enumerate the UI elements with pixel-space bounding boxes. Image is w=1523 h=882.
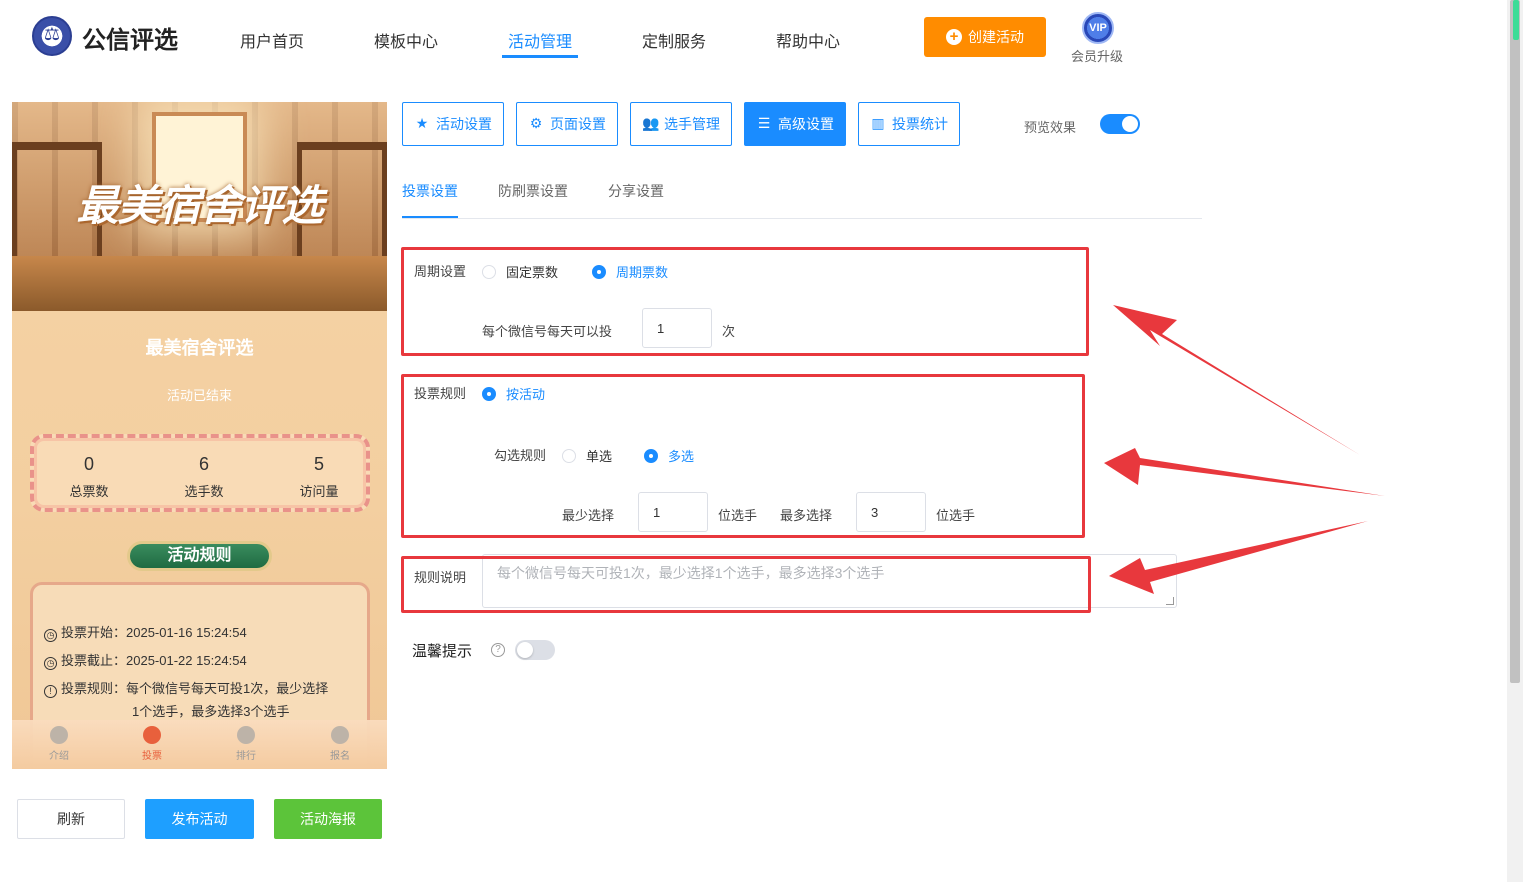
- plus-icon: +: [946, 29, 962, 45]
- subtab-vote-settings[interactable]: 投票设置: [402, 181, 458, 201]
- nav-activity-management[interactable]: 活动管理: [508, 28, 572, 52]
- users-icon: 👥: [642, 116, 660, 132]
- tab-contestant-management[interactable]: 👥 选手管理: [630, 102, 732, 146]
- subtab-anti-fraud[interactable]: 防刷票设置: [498, 181, 568, 201]
- tab-activity-settings[interactable]: ★ 活动设置: [402, 102, 504, 146]
- create-activity-label: 创建活动: [968, 29, 1024, 45]
- publish-activity-button[interactable]: 发布活动: [145, 799, 254, 839]
- activity-status: 活动已结束: [166, 388, 232, 403]
- refresh-button[interactable]: 刷新: [17, 799, 125, 839]
- logo-icon: [32, 16, 72, 56]
- star-icon: ★: [415, 116, 429, 132]
- nav-active-indicator: [502, 55, 578, 58]
- rule-vote-rule: ! 投票规则：每个微信号每天可投1次，最少选择: [44, 678, 328, 698]
- warm-tip-toggle[interactable]: [515, 640, 555, 660]
- create-activity-button[interactable]: + 创建活动: [924, 17, 1046, 57]
- tab-vote-statistics[interactable]: ▥ 投票统计: [858, 102, 960, 146]
- help-icon[interactable]: ?: [491, 643, 505, 657]
- brand-name: 公信评选: [82, 27, 178, 54]
- mobile-preview: 最美宿舍评选 最美宿舍评选 活动已结束 0 总票数 6 选手数 5 访问量 活动…: [12, 102, 387, 769]
- activity-poster-button[interactable]: 活动海报: [274, 799, 382, 839]
- lantern-icon: [237, 726, 255, 744]
- banner-image: 最美宿舍评选: [12, 102, 387, 311]
- sliders-icon: ☰: [757, 116, 771, 132]
- bar-chart-icon: ▥: [871, 116, 885, 132]
- nav-user-home[interactable]: 用户首页: [240, 28, 304, 52]
- stat-contestants: 6 选手数: [184, 454, 224, 499]
- subtab-active-indicator: [402, 216, 458, 218]
- lantern-icon: [331, 726, 349, 744]
- stat-total-votes: 0 总票数: [69, 454, 109, 499]
- annotation-box-description: [401, 556, 1091, 613]
- rule-end-time: ◷ 投票截止：2025-01-22 15:24:54: [44, 650, 247, 670]
- tab-advanced-settings[interactable]: ☰ 高级设置: [744, 102, 846, 146]
- rule-start-time: ◷ 投票开始：2025-01-16 15:24:54: [44, 622, 247, 642]
- activity-name: 最美宿舍评选: [145, 338, 254, 358]
- page-root: 公信评选 用户首页 模板中心 活动管理 定制服务 帮助中心 + 创建活动 VIP…: [0, 0, 1523, 882]
- arrow-annotation: [1113, 305, 1360, 455]
- rules-title: 活动规则: [127, 541, 272, 571]
- tab-ranking[interactable]: 排行: [216, 726, 276, 762]
- lantern-icon: [143, 726, 161, 744]
- preview-toggle-label: 预览效果: [1024, 120, 1077, 135]
- banner-title: 最美宿舍评选: [76, 181, 323, 230]
- nav-custom-service[interactable]: 定制服务: [642, 28, 706, 52]
- annotation-box-vote-rule: [401, 374, 1085, 538]
- gear-icon: ⚙: [529, 116, 543, 132]
- clock-icon: ◷: [44, 629, 57, 642]
- arrow-annotation: [1104, 448, 1385, 496]
- stat-visits: 5 访问量: [299, 454, 339, 499]
- subtab-share-settings[interactable]: 分享设置: [608, 181, 664, 201]
- tab-vote[interactable]: 投票: [122, 726, 182, 762]
- preview-toggle[interactable]: [1100, 114, 1140, 134]
- tab-page-settings[interactable]: ⚙ 页面设置: [516, 102, 618, 146]
- nav-help-center[interactable]: 帮助中心: [776, 28, 840, 52]
- vip-icon[interactable]: VIP: [1082, 12, 1114, 44]
- scrollbar-thumb[interactable]: [1510, 0, 1520, 683]
- vip-upgrade-label[interactable]: 会员升级: [1071, 46, 1123, 65]
- annotation-box-cycle: [401, 247, 1089, 356]
- tab-signup[interactable]: 报名: [310, 726, 370, 762]
- info-icon: !: [44, 685, 57, 698]
- warm-tip-label: 温馨提示: [412, 643, 473, 660]
- clock-icon: ◷: [44, 657, 57, 670]
- stats-panel: 0 总票数 6 选手数 5 访问量: [30, 434, 370, 512]
- rule-vote-rule-cont: 1个选手，最多选择3个选手: [132, 704, 290, 719]
- mobile-tabbar: 介绍 投票 排行 报名: [12, 720, 387, 769]
- tab-intro[interactable]: 介绍: [29, 726, 89, 762]
- lantern-icon: [50, 726, 68, 744]
- nav-template-center[interactable]: 模板中心: [374, 28, 438, 52]
